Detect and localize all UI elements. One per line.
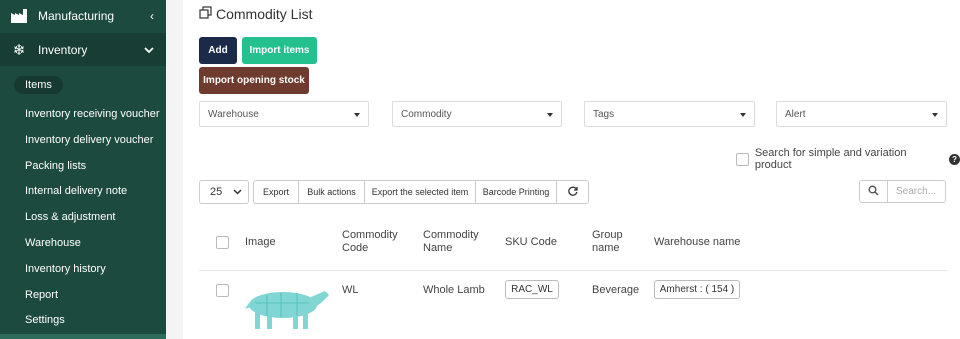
bulk-actions-button[interactable]: Bulk actions	[299, 181, 365, 203]
page-size-value: 25	[210, 186, 223, 198]
sidebar-item-receiving-voucher[interactable]: Inventory receiving voucher	[25, 108, 160, 120]
sidebar-item-packing-lists[interactable]: Packing lists	[25, 160, 86, 172]
sidebar-item-label: Inventory	[38, 42, 88, 57]
chevron-down-icon	[144, 43, 154, 57]
chevron-left-icon: ‹	[150, 9, 154, 23]
export-selected-button[interactable]: Export the selected item	[365, 181, 476, 203]
sidebar-item-inventory[interactable]: ❄ Inventory	[0, 33, 166, 66]
sidebar-item-settings[interactable]: Settings	[25, 314, 65, 326]
sidebar-item-internal-delivery[interactable]: Internal delivery note	[25, 185, 127, 197]
search-input[interactable]: Search...	[888, 180, 946, 203]
sidebar-item-warehouse[interactable]: Warehouse	[25, 237, 81, 249]
caret-down-icon	[740, 113, 746, 117]
table-search: Search...	[859, 180, 946, 203]
column-header-image[interactable]: Image	[245, 236, 276, 249]
table-divider	[199, 270, 947, 271]
commodity-filter[interactable]: Commodity	[392, 101, 562, 127]
warehouse-filter-label: Warehouse	[208, 108, 259, 120]
select-all-checkbox[interactable]	[216, 236, 229, 249]
sidebar-item-loss-adjustment[interactable]: Loss & adjustment	[25, 211, 116, 223]
tags-filter[interactable]: Tags	[584, 101, 755, 127]
caret-down-icon	[932, 113, 938, 117]
warehouse-filter[interactable]: Warehouse	[199, 101, 369, 127]
table-toolbar: Export Bulk actions Export the selected …	[253, 180, 589, 204]
search-button[interactable]	[859, 180, 888, 203]
refresh-icon	[567, 186, 578, 198]
page-size-select[interactable]: 25	[199, 180, 249, 204]
header-line: name	[592, 242, 620, 254]
header-line: Name	[423, 242, 453, 254]
sidebar-next-item-edge	[0, 334, 166, 339]
tags-filter-label: Tags	[593, 108, 615, 120]
factory-icon	[11, 8, 27, 24]
help-icon[interactable]: ?	[949, 153, 960, 165]
sidebar-item-report[interactable]: Report	[25, 289, 58, 301]
caret-down-icon	[547, 113, 553, 117]
alert-filter-label: Alert	[785, 108, 806, 120]
import-opening-stock-button[interactable]: Import opening stock	[199, 67, 309, 94]
sidebar: Manufacturing ‹ ❄ Inventory Items Invent…	[0, 0, 166, 339]
sidebar-item-label: Manufacturing	[38, 9, 115, 23]
column-header-sku-code[interactable]: SKU Code	[505, 236, 557, 249]
header-line: Commodity	[423, 229, 479, 241]
copy-icon	[199, 6, 212, 22]
search-icon	[868, 183, 879, 201]
column-header-warehouse-name[interactable]: Warehouse name	[654, 236, 740, 249]
sku-badge: RAC_WL	[505, 280, 559, 299]
sidebar-item-inventory-history[interactable]: Inventory history	[25, 263, 106, 275]
cell-commodity-name[interactable]: Whole Lamb	[423, 284, 485, 296]
page-title: Commodity List	[199, 6, 312, 22]
alert-filter[interactable]: Alert	[776, 101, 947, 127]
column-header-group-name[interactable]: Group name	[592, 229, 623, 255]
export-button[interactable]: Export	[254, 181, 299, 203]
column-header-commodity-name[interactable]: Commodity Name	[423, 229, 479, 255]
barcode-printing-button[interactable]: Barcode Printing	[476, 181, 557, 203]
caret-down-icon	[354, 113, 360, 117]
header-line: Commodity	[342, 229, 398, 241]
column-header-commodity-code[interactable]: Commodity Code	[342, 229, 398, 255]
commodity-image	[245, 283, 331, 339]
variation-search-option: Search for simple and variation product …	[736, 147, 960, 171]
snowflake-icon: ❄	[12, 41, 26, 59]
cell-group-name: Beverage	[592, 284, 640, 296]
variation-search-label: Search for simple and variation product	[754, 147, 907, 171]
commodity-filter-label: Commodity	[401, 108, 452, 120]
page-title-text: Commodity List	[216, 6, 313, 22]
header-line: Group	[592, 229, 623, 241]
sidebar-item-manufacturing[interactable]: Manufacturing ‹	[0, 0, 166, 32]
row-checkbox[interactable]	[216, 284, 229, 297]
cell-commodity-code: WL	[342, 284, 359, 296]
add-button[interactable]: Add	[199, 37, 237, 64]
import-items-button[interactable]: Import items	[242, 37, 317, 64]
refresh-button[interactable]	[557, 181, 588, 203]
main-panel: Commodity List Add Import items Import o…	[183, 0, 960, 339]
sidebar-item-delivery-voucher[interactable]: Inventory delivery voucher	[25, 134, 153, 146]
variation-search-checkbox[interactable]	[736, 152, 749, 166]
sidebar-item-items[interactable]: Items	[14, 76, 63, 94]
header-line: Code	[342, 242, 369, 254]
chevron-down-icon	[233, 185, 242, 198]
warehouse-badge: Amherst : ( 154 )	[654, 280, 740, 299]
